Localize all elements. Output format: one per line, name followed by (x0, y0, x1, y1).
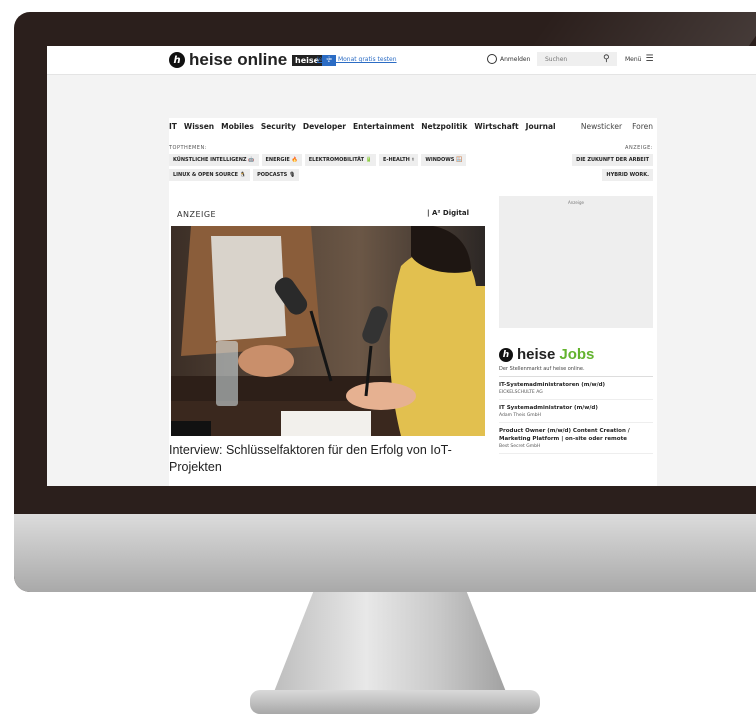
anzeige-label: ANZEIGE (177, 210, 217, 219)
article-photo[interactable] (171, 226, 485, 436)
nav-right: Newsticker Foren (581, 122, 653, 131)
ad-chip-hybrid-work[interactable]: HYBRID WORK. (602, 169, 653, 181)
promo-link[interactable]: Jetzt 1 Monat gratis testen (317, 56, 397, 63)
menu-label: Menü (625, 55, 642, 63)
anzeige-topic-chips: DIE ZUKUNFT DER ARBEIT HYBRID WORK. (533, 154, 653, 181)
menu-button[interactable]: Menü ☰ (625, 54, 654, 64)
jobs-logo-heise: heise (517, 346, 556, 363)
monitor-chin (14, 514, 756, 592)
heise-jobs-logo-icon: h (499, 347, 513, 362)
nav-item-security[interactable]: Security (261, 122, 296, 131)
user-icon (487, 54, 497, 64)
nav-item-wirtschaft[interactable]: Wirtschaft (474, 122, 518, 131)
nav-item-entertainment[interactable]: Entertainment (353, 122, 414, 131)
search-box: ⚲ (537, 52, 617, 66)
nav-newsticker[interactable]: Newsticker (581, 122, 622, 131)
nav-item-netzpolitik[interactable]: Netzpolitik (421, 122, 467, 131)
login-label: Anmelden (500, 55, 531, 63)
bezel-glare (527, 12, 756, 48)
browser-screen: h heise online heise + Jetzt 1 Monat gra… (47, 46, 756, 486)
article-headline[interactable]: Interview: Schlüsselfaktoren für den Erf… (169, 442, 485, 476)
jobs-logo-jobs: Jobs (559, 346, 595, 363)
sidebar-ad-slot[interactable]: Anzeige (499, 196, 653, 328)
hamburger-icon: ☰ (645, 54, 654, 64)
search-icon[interactable]: ⚲ (603, 54, 610, 64)
topic-chip-linux[interactable]: LINUX & OPEN SOURCE 🐧 (169, 169, 251, 181)
anzeige-topics-label: ANZEIGE: (625, 145, 653, 151)
job-listing[interactable]: IT-Systemadministratoren (m/w/d) EICKELS… (499, 377, 653, 400)
job-listing[interactable]: Product Owner (m/w/d) Content Creation /… (499, 423, 653, 454)
main-content: IT Wissen Mobiles Security Developer Ent… (169, 118, 657, 486)
topic-chip-energie[interactable]: ENERGIE 🔥 (261, 154, 302, 166)
job-title: IT-Systemadministratoren (m/w/d) (499, 382, 606, 388)
topthemen-label: TOPTHEMEN: (169, 145, 207, 151)
heise-logo[interactable]: h heise online (169, 50, 287, 70)
sponsored-article[interactable]: ANZEIGE | A² Digital Interview: Schlüsse… (169, 196, 485, 486)
job-company: Adam Theis GmbH (499, 413, 541, 418)
site-header: h heise online heise + Jetzt 1 Monat gra… (47, 46, 756, 75)
logo-text: heise online (189, 50, 288, 69)
podcast-interview-photo (171, 226, 485, 436)
heise-logo-icon: h (169, 52, 185, 68)
heise-jobs-widget: h heise Jobs Der Stellenmarkt auf heise … (499, 346, 653, 454)
ad-chip-zukunft-arbeit[interactable]: DIE ZUKUNFT DER ARBEIT (572, 154, 653, 166)
heise-jobs-logo[interactable]: h heise Jobs (499, 346, 653, 363)
job-company: EICKELSCHULTE AG (499, 390, 543, 395)
monitor-stand (270, 592, 510, 702)
nav-item-mobiles[interactable]: Mobiles (221, 122, 254, 131)
nav-item-wissen[interactable]: Wissen (184, 122, 214, 131)
job-listing[interactable]: IT Systemadministrator (m/w/d) Adam Thei… (499, 400, 653, 423)
topic-chip-windows[interactable]: WINDOWS 🪟 (421, 154, 467, 166)
ad-brand-logo: | A² Digital (427, 209, 470, 217)
nav-item-journal[interactable]: Journal (526, 122, 556, 131)
jobs-subtitle: Der Stellenmarkt auf heise online. (499, 366, 653, 377)
search-input[interactable] (543, 54, 597, 64)
topic-chip-ehealth[interactable]: E-HEALTH ⚕ (378, 154, 419, 166)
topthemen-chips: KÜNSTLICHE INTELLIGENZ 🤖 ENERGIE 🔥 ELEKT… (169, 154, 509, 181)
nav-foren[interactable]: Foren (632, 122, 653, 131)
job-title: Product Owner (m/w/d) Content Creation /… (499, 428, 630, 442)
login-button[interactable]: Anmelden (487, 54, 530, 64)
sidebar-ad-label: Anzeige (568, 200, 584, 205)
monitor-foot (250, 690, 540, 714)
nav-item-developer[interactable]: Developer (303, 122, 346, 131)
job-title: IT Systemadministrator (m/w/d) (499, 405, 598, 411)
topic-chip-elektromobilitaet[interactable]: ELEKTROMOBILITÄT 🔋 (304, 154, 376, 166)
main-nav: IT Wissen Mobiles Security Developer Ent… (169, 122, 556, 131)
topic-chip-podcasts[interactable]: PODCASTS 🎙 (253, 169, 300, 181)
nav-item-it[interactable]: IT (169, 122, 177, 131)
topic-chip-ki[interactable]: KÜNSTLICHE INTELLIGENZ 🤖 (169, 154, 259, 166)
job-company: Best Secret GmbH (499, 444, 541, 449)
